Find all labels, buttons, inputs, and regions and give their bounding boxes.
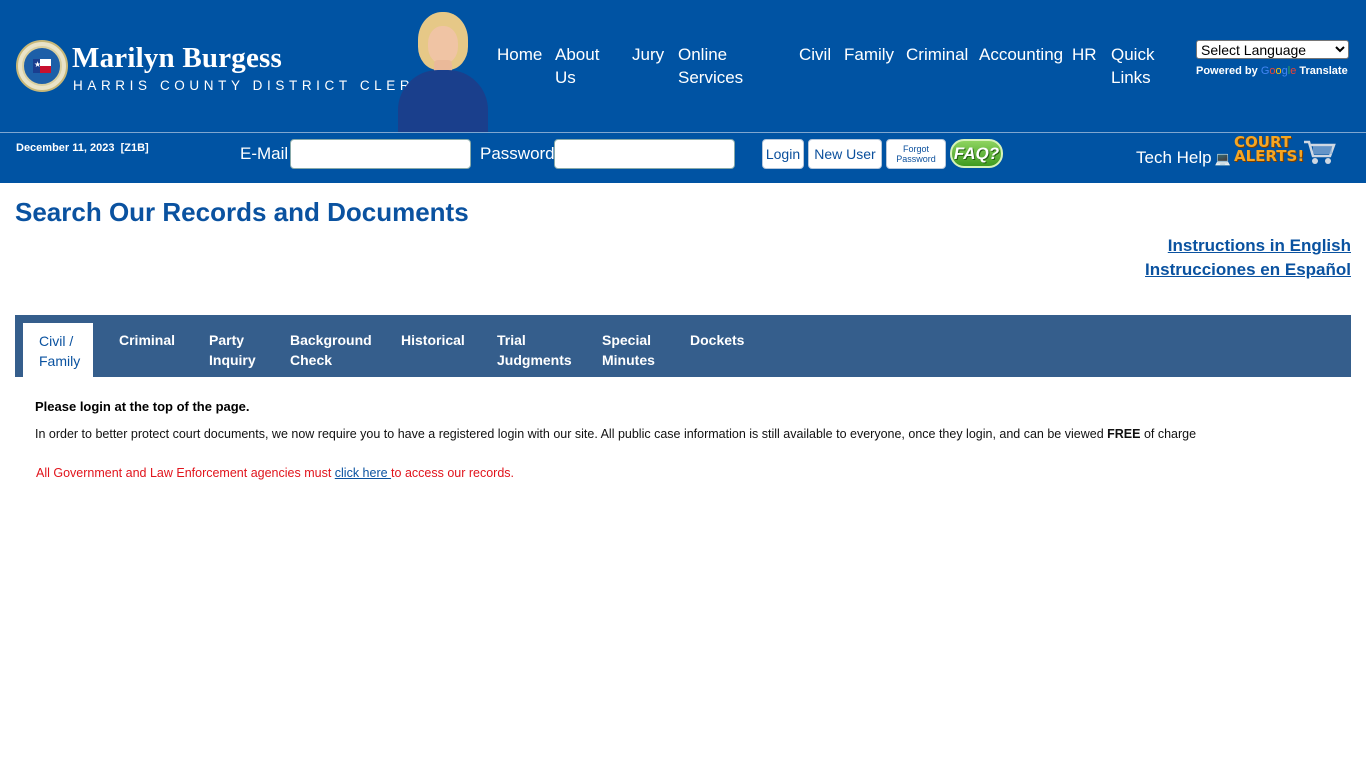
tech-help-link[interactable]: Tech Help 💻 [1136, 148, 1231, 168]
free-text: FREE [1107, 427, 1141, 441]
clerk-subtitle: HARRIS COUNTY DISTRICT CLERK [73, 78, 428, 93]
email-field[interactable] [290, 139, 471, 169]
google-logo: Google [1260, 65, 1297, 77]
login-button[interactable]: Login [762, 139, 804, 169]
powered-by-google-translate[interactable]: Powered by Google Translate [1196, 65, 1348, 77]
nav-family[interactable]: Family [844, 43, 894, 66]
password-field[interactable] [554, 139, 735, 169]
tab-criminal[interactable]: Criminal [119, 315, 175, 377]
government-notice: All Government and Law Enforcement agenc… [36, 466, 515, 480]
login-notice-body: In order to better protect court documen… [35, 427, 1197, 441]
court-alerts-button[interactable]: COURT ALERTS! [1234, 135, 1304, 167]
government-click-here-link[interactable]: click here [335, 466, 391, 480]
clerk-name[interactable]: Marilyn Burgess [72, 42, 282, 75]
shopping-cart-icon[interactable] [1301, 135, 1337, 167]
texas-flag-icon: ★ [33, 59, 51, 73]
current-date: December 11, 2023 [Z1B] [16, 142, 149, 154]
new-user-button[interactable]: New User [808, 139, 882, 169]
laptop-icon: 💻 [1214, 151, 1231, 166]
clerk-portrait [396, 12, 490, 132]
translate-text: Translate [1299, 65, 1348, 77]
site-header: ★ Marilyn Burgess HARRIS COUNTY DISTRICT… [0, 0, 1366, 132]
nav-online-services[interactable]: Online Services [678, 43, 758, 89]
faq-button[interactable]: FAQ? [950, 139, 1003, 168]
nav-quick-links[interactable]: Quick Links [1111, 43, 1171, 89]
seal-ring: ★ [22, 46, 62, 86]
tab-trial-judgments[interactable]: Trial Judgments [497, 315, 572, 377]
tab-special-minutes[interactable]: Special Minutes [602, 315, 655, 377]
tab-dockets[interactable]: Dockets [690, 315, 744, 377]
nav-civil[interactable]: Civil [799, 43, 831, 66]
login-bar: December 11, 2023 [Z1B] E-Mail Password … [0, 133, 1366, 183]
nav-home[interactable]: Home [497, 43, 542, 66]
server-code: [Z1B] [120, 142, 149, 154]
powered-by-text: Powered by [1196, 65, 1258, 77]
nav-accounting[interactable]: Accounting [979, 43, 1063, 66]
tab-civil-family[interactable]: Civil / Family [23, 323, 93, 377]
nav-hr[interactable]: HR [1072, 43, 1097, 66]
nav-criminal[interactable]: Criminal [906, 43, 968, 66]
page-title: Search Our Records and Documents [15, 197, 469, 227]
instructions-spanish-link[interactable]: Instrucciones en Español [1145, 260, 1351, 280]
nav-jury[interactable]: Jury [632, 43, 664, 66]
email-label: E-Mail [240, 144, 289, 163]
tab-historical[interactable]: Historical [401, 315, 465, 377]
nav-about-us[interactable]: About Us [555, 43, 615, 89]
instructions-english-link[interactable]: Instructions in English [1168, 236, 1351, 256]
tab-party-inquiry[interactable]: Party Inquiry [209, 315, 256, 377]
county-seal-logo[interactable]: ★ [16, 40, 68, 92]
login-notice-heading: Please login at the top of the page. [35, 399, 250, 414]
search-tabs: Civil / Family Criminal Party Inquiry Ba… [15, 315, 1351, 377]
password-label: Password [480, 144, 555, 163]
tab-background-check[interactable]: Background Check [290, 315, 372, 377]
language-select[interactable]: Select Language [1196, 40, 1349, 59]
forgot-password-button[interactable]: Forgot Password [886, 139, 946, 169]
